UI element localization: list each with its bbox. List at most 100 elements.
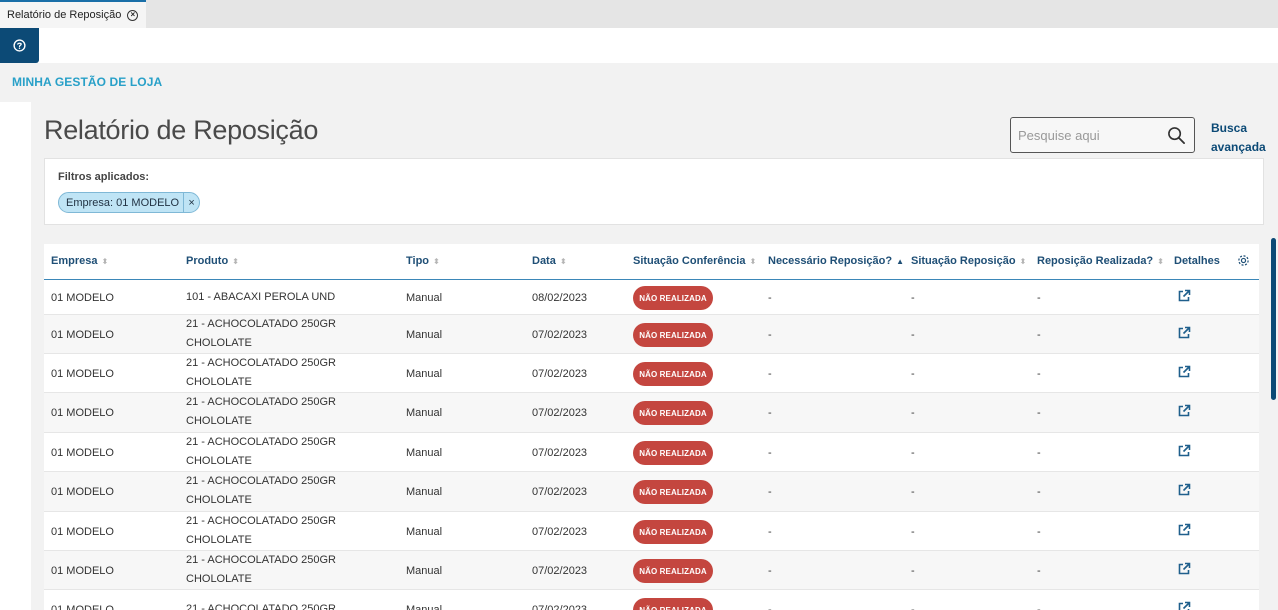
- col-tipo[interactable]: Tipo ⬍: [406, 255, 440, 267]
- external-link-icon[interactable]: [1177, 483, 1191, 497]
- help-button[interactable]: [0, 28, 39, 63]
- table-row[interactable]: 01 MODELO 21 - ACHOCOLATADO 250GR CHOLOLAT…: [44, 512, 1259, 551]
- status-badge: NÃO REALIZADA: [633, 401, 713, 425]
- col-situacao-conferencia[interactable]: Situação Conferência ⬍: [633, 255, 756, 267]
- external-link-icon[interactable]: [1177, 562, 1191, 576]
- produto-line2: CHOLOLATE: [186, 376, 252, 388]
- status-badge: NÃO REALIZADA: [633, 598, 713, 610]
- cell-situacao-reposicao: -: [911, 407, 915, 419]
- produto-line2: CHOLOLATE: [186, 415, 252, 427]
- produto-line1: 21 - ACHOCOLATADO 250GR: [186, 554, 336, 566]
- sort-icon[interactable]: ⬍: [1020, 257, 1027, 266]
- table-row[interactable]: 01 MODELO 21 - ACHOCOLATADO 250GR CHOLOLAT…: [44, 315, 1259, 354]
- cell-tipo: Manual: [406, 329, 443, 341]
- cell-situacao-reposicao: -: [911, 447, 915, 459]
- col-reposicao-realizada[interactable]: Reposição Realizada? ⬍: [1037, 255, 1164, 267]
- sort-asc-icon[interactable]: ▲: [896, 257, 904, 266]
- produto-line1: 21 - ACHOCOLATADO 250GR: [186, 318, 336, 330]
- external-link-icon[interactable]: [1177, 601, 1191, 610]
- cell-reposicao-realizada: -: [1037, 565, 1041, 577]
- close-icon[interactable]: ×: [127, 9, 139, 21]
- status-badge: NÃO REALIZADA: [633, 362, 713, 386]
- cell-empresa: 01 MODELO: [51, 447, 114, 459]
- cell-situacao-reposicao: -: [911, 604, 915, 610]
- cell-tipo: Manual: [406, 526, 443, 538]
- toolbar: [0, 28, 1278, 63]
- table-row[interactable]: 01 MODELO 21 - ACHOCOLATADO 250GR CHOLOLAT…: [44, 433, 1259, 472]
- search-icon[interactable]: [1167, 126, 1186, 145]
- filter-chip-label: Empresa: 01 MODELO: [66, 196, 180, 209]
- status-badge: NÃO REALIZADA: [633, 520, 713, 544]
- cell-produto: 21 - ACHOCOLATADO 250GR CHOLOLATE: [186, 472, 366, 510]
- filter-chip-empresa: Empresa: 01 MODELO ×: [58, 192, 201, 213]
- cell-data: 07/02/2023: [532, 368, 588, 380]
- produto-line1: 21 - ACHOCOLATADO 250GR: [186, 515, 336, 527]
- external-link-icon[interactable]: [1177, 365, 1191, 379]
- produto-line1: 21 - ACHOCOLATADO 250GR: [186, 396, 336, 408]
- sort-icon[interactable]: ⬍: [232, 257, 239, 266]
- filters-label: Filtros aplicados:: [58, 171, 150, 183]
- cell-necessario-reposicao: -: [768, 604, 772, 610]
- external-link-icon[interactable]: [1177, 404, 1191, 418]
- produto-line1: 21 - ACHOCOLATADO 250GR: [186, 436, 336, 448]
- table-row[interactable]: 01 MODELO 101 - ABACAXI PEROLA UND Manual 0…: [44, 280, 1259, 315]
- cell-produto: 21 - ACHOCOLATADO 250GR CHOLOLATE: [186, 315, 366, 353]
- cell-necessario-reposicao: -: [768, 329, 772, 341]
- cell-data: 07/02/2023: [532, 604, 588, 610]
- help-icon: [13, 39, 26, 52]
- cell-empresa: 01 MODELO: [51, 565, 114, 577]
- external-link-icon[interactable]: [1177, 326, 1191, 340]
- sort-icon[interactable]: ⬍: [749, 257, 756, 266]
- external-link-icon[interactable]: [1177, 444, 1191, 458]
- col-data[interactable]: Data ⬍: [532, 255, 567, 267]
- sort-icon[interactable]: ⬍: [433, 257, 440, 266]
- cell-situacao-reposicao: -: [911, 565, 915, 577]
- table-header: Empresa ⬍ Produto ⬍ Tipo ⬍ Data ⬍ Situação C…: [44, 244, 1259, 280]
- cell-reposicao-realizada: -: [1037, 407, 1041, 419]
- cell-situacao-reposicao: -: [911, 292, 915, 304]
- table-row[interactable]: 01 MODELO 21 - ACHOCOLATADO 250GR CHOLOLAT…: [44, 393, 1259, 433]
- col-detalhes: Detalhes: [1174, 255, 1220, 267]
- advanced-search-link[interactable]: Busca avançada: [1211, 119, 1266, 157]
- produto-line1: 101 - ABACAXI PEROLA UND: [186, 291, 336, 303]
- cell-tipo: Manual: [406, 486, 443, 498]
- status-badge: NÃO REALIZADA: [633, 480, 713, 504]
- col-empresa[interactable]: Empresa ⬍: [51, 255, 108, 267]
- produto-line1: 21 - ACHOCOLATADO 250GR: [186, 603, 336, 610]
- status-badge: NÃO REALIZADA: [633, 323, 713, 347]
- col-produto[interactable]: Produto ⬍: [186, 255, 239, 267]
- module-title[interactable]: MINHA GESTÃO DE LOJA: [12, 75, 162, 89]
- cell-situacao-reposicao: -: [911, 526, 915, 538]
- cell-data: 08/02/2023: [532, 292, 588, 304]
- cell-necessario-reposicao: -: [768, 565, 772, 577]
- gear-icon[interactable]: [1237, 254, 1250, 267]
- table-row[interactable]: 01 MODELO 21 - ACHOCOLATADO 250GR CHOLOLAT…: [44, 472, 1259, 512]
- vertical-scrollbar[interactable]: [1271, 238, 1276, 400]
- sort-icon[interactable]: ⬍: [1157, 257, 1164, 266]
- external-link-icon[interactable]: [1177, 289, 1191, 303]
- col-situacao-reposicao[interactable]: Situação Reposição ⬍: [911, 255, 1026, 267]
- table-row[interactable]: 01 MODELO 21 - ACHOCOLATADO 250GR CHOLOLAT…: [44, 354, 1259, 393]
- sort-icon[interactable]: ⬍: [560, 257, 567, 266]
- produto-line2: CHOLOLATE: [186, 455, 252, 467]
- advanced-search-line1: Busca: [1211, 121, 1248, 135]
- tab-label: Relatório de Reposição: [7, 9, 122, 21]
- produto-line2: CHOLOLATE: [186, 494, 252, 506]
- applied-filters-panel: Filtros aplicados: Empresa: 01 MODELO ×: [44, 158, 1264, 225]
- tab-bar: Relatório de Reposição ×: [0, 0, 1278, 28]
- cell-empresa: 01 MODELO: [51, 292, 114, 304]
- table-row[interactable]: 01 MODELO 21 - ACHOCOLATADO 250GR Manual 07…: [44, 590, 1259, 610]
- search-input[interactable]: [1018, 127, 1163, 143]
- cell-empresa: 01 MODELO: [51, 329, 114, 341]
- remove-filter-icon[interactable]: ×: [183, 192, 199, 213]
- cell-produto: 101 - ABACAXI PEROLA UND: [186, 288, 366, 307]
- col-necessario-reposicao[interactable]: Necessário Reposição? ▲: [768, 255, 904, 267]
- table-row[interactable]: 01 MODELO 21 - ACHOCOLATADO 250GR CHOLOLAT…: [44, 551, 1259, 590]
- sort-icon[interactable]: ⬍: [101, 257, 108, 266]
- produto-line2: CHOLOLATE: [186, 534, 252, 546]
- external-link-icon[interactable]: [1177, 523, 1191, 537]
- cell-tipo: Manual: [406, 604, 443, 610]
- report-table: Empresa ⬍ Produto ⬍ Tipo ⬍ Data ⬍ Situação C…: [44, 244, 1259, 610]
- tab-relatorio-reposicao[interactable]: Relatório de Reposição ×: [0, 0, 146, 28]
- produto-line2: CHOLOLATE: [186, 337, 252, 349]
